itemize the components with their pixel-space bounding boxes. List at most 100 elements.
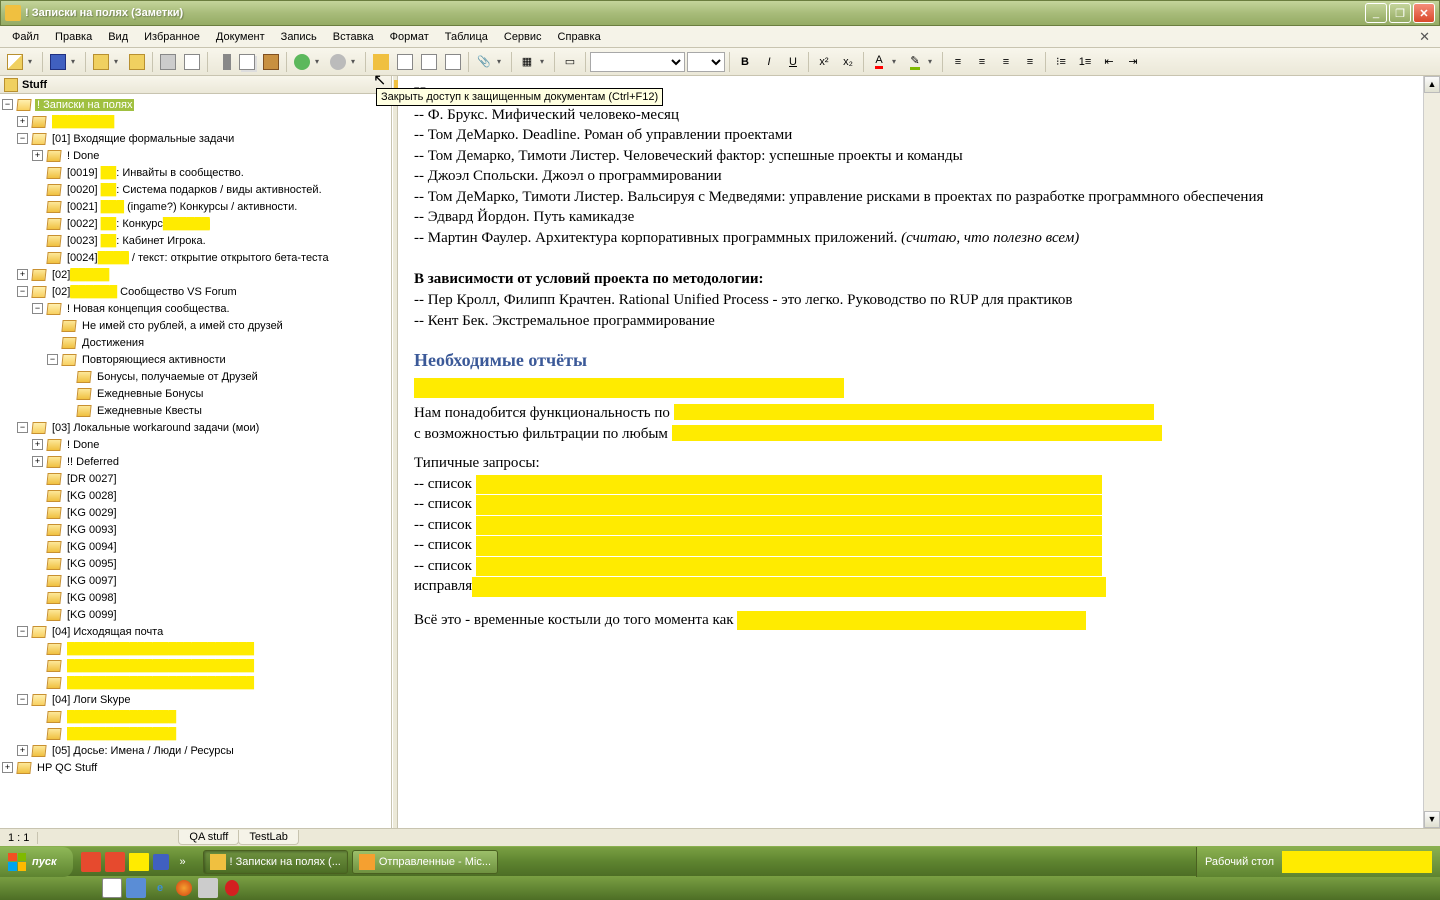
menu-help[interactable]: Справка [550, 29, 609, 45]
scroll-up-button[interactable]: ▲ [1424, 76, 1440, 93]
quicklaunch-firefox[interactable] [174, 878, 194, 898]
tree-node[interactable]: Не имей сто рублей, а имей сто друзей [2, 317, 389, 334]
subscript-button[interactable]: x₂ [837, 51, 859, 73]
tree-node[interactable]: [0024]████ / текст: открытие открытого б… [2, 249, 389, 266]
collapse-icon[interactable]: − [47, 354, 58, 365]
tree-node[interactable]: Бонусы, получаемые от Друзей [2, 368, 389, 385]
menu-format[interactable]: Формат [382, 29, 437, 45]
system-tray[interactable]: Рабочий стол [1196, 847, 1440, 877]
new-dropdown[interactable]: ▾ [28, 57, 38, 66]
collapse-icon[interactable]: − [32, 303, 43, 314]
paste-button[interactable] [260, 51, 282, 73]
align-justify-button[interactable]: ≡ [1019, 51, 1041, 73]
table-dropdown[interactable]: ▾ [540, 57, 550, 66]
collapse-icon[interactable]: − [17, 286, 28, 297]
menu-document[interactable]: Документ [208, 29, 273, 45]
tree-node[interactable]: Достижения [2, 334, 389, 351]
tree-node[interactable]: Ежедневные Бонусы [2, 385, 389, 402]
font-size-combo[interactable] [687, 52, 725, 72]
document-content[interactable]: Написать рецензии: -- Ф. Брукс. Мифическ… [398, 76, 1440, 639]
doc-tab[interactable]: QA stuff [178, 830, 239, 845]
tree-node[interactable]: −[04] Исходящая почта [2, 623, 389, 640]
tree-node[interactable]: ████████████████████████ [2, 657, 389, 674]
attach-button[interactable]: 📎 [473, 51, 495, 73]
image-button[interactable]: ▭ [559, 51, 581, 73]
tree[interactable]: −! Записки на полях +████████ −[01] Вход… [0, 94, 391, 828]
tree-node[interactable]: +! Done [2, 436, 389, 453]
quicklaunch-item[interactable] [129, 852, 149, 872]
tree-node[interactable]: [0019] ██: Инвайты в сообщество. [2, 164, 389, 181]
collapse-icon[interactable]: − [17, 626, 28, 637]
quicklaunch-item[interactable] [153, 854, 169, 870]
list-number-button[interactable]: 1≡ [1074, 51, 1096, 73]
tree-node[interactable]: −[03] Локальные workaround задачи (мои) [2, 419, 389, 436]
expand-icon[interactable]: + [17, 745, 28, 756]
expand-icon[interactable]: + [17, 269, 28, 280]
tree-node[interactable]: −! Новая концепция сообщества. [2, 300, 389, 317]
tree-node[interactable]: [KG 0095] [2, 555, 389, 572]
back-dropdown[interactable]: ▾ [315, 57, 325, 66]
expand-icon[interactable]: + [32, 150, 43, 161]
font-family-combo[interactable] [590, 52, 685, 72]
cut-button[interactable] [212, 51, 234, 73]
document-panel[interactable]: Написать рецензии: -- Ф. Брукс. Мифическ… [398, 76, 1440, 828]
tree-node[interactable]: ████████████████████████ [2, 640, 389, 657]
tree-node[interactable]: [KG 0094] [2, 538, 389, 555]
tree-node[interactable]: [KG 0028] [2, 487, 389, 504]
menu-file[interactable]: Файл [4, 29, 47, 45]
note-new-button[interactable] [394, 51, 416, 73]
copy-button[interactable] [236, 51, 258, 73]
vertical-scrollbar[interactable]: ▲ ▼ [1423, 76, 1440, 828]
table-button[interactable]: ▦ [516, 51, 538, 73]
tree-node[interactable]: +[02]█████ [2, 266, 389, 283]
quicklaunch-item[interactable] [102, 878, 122, 898]
indent-button[interactable]: ⇥ [1122, 51, 1144, 73]
tree-node[interactable]: [KG 0093] [2, 521, 389, 538]
taskbar-task[interactable]: Отправленные - Mic... [352, 850, 498, 874]
tree-node[interactable]: [KG 0029] [2, 504, 389, 521]
quicklaunch-item[interactable] [198, 878, 218, 898]
collapse-icon[interactable]: − [17, 422, 28, 433]
quicklaunch-item[interactable] [126, 878, 146, 898]
tree-node[interactable]: [KG 0098] [2, 589, 389, 606]
menu-view[interactable]: Вид [100, 29, 136, 45]
tree-node[interactable]: −[04] Логи Skype [2, 691, 389, 708]
quicklaunch-opera[interactable] [222, 878, 242, 898]
tree-node[interactable]: −[01] Входящие формальные задачи [2, 130, 389, 147]
collapse-icon[interactable]: − [2, 99, 13, 110]
underline-button[interactable]: U [782, 51, 804, 73]
collapse-icon[interactable]: − [17, 133, 28, 144]
menu-service[interactable]: Сервис [496, 29, 550, 45]
new-button[interactable] [4, 51, 26, 73]
font-color-dropdown[interactable]: ▾ [892, 57, 902, 66]
delete-folder-button[interactable] [126, 51, 148, 73]
menu-table[interactable]: Таблица [437, 29, 496, 45]
note-edit-button[interactable] [418, 51, 440, 73]
collapse-icon[interactable]: − [17, 694, 28, 705]
highlight-dropdown[interactable]: ▾ [928, 57, 938, 66]
highlight-button[interactable]: ✎ [904, 51, 926, 73]
tree-node[interactable]: ██████████████ [2, 708, 389, 725]
tree-node[interactable]: [0022] ██: Конкурс██████ [2, 215, 389, 232]
superscript-button[interactable]: x² [813, 51, 835, 73]
tree-node[interactable]: +████████ [2, 113, 389, 130]
align-right-button[interactable]: ≡ [995, 51, 1017, 73]
save-button[interactable] [47, 51, 69, 73]
expand-icon[interactable]: + [32, 439, 43, 450]
quicklaunch-expand[interactable]: » [173, 852, 193, 872]
menu-record[interactable]: Запись [273, 29, 325, 45]
attach-dropdown[interactable]: ▾ [497, 57, 507, 66]
quicklaunch-ie[interactable]: e [150, 878, 170, 898]
tree-node[interactable]: Ежедневные Квесты [2, 402, 389, 419]
tree-node[interactable]: −[02]██████ Сообщество VS Forum [2, 283, 389, 300]
print-preview-button[interactable] [181, 51, 203, 73]
close-button[interactable]: ✕ [1413, 3, 1435, 23]
menu-insert[interactable]: Вставка [325, 29, 382, 45]
doc-tab[interactable]: TestLab [238, 830, 299, 845]
tree-node[interactable]: [0020] ██: Система подарков / виды актив… [2, 181, 389, 198]
save-dropdown[interactable]: ▾ [71, 57, 81, 66]
quicklaunch-item[interactable] [105, 852, 125, 872]
tree-node[interactable]: [KG 0099] [2, 606, 389, 623]
tree-node[interactable]: +[05] Досье: Имена / Люди / Ресурсы [2, 742, 389, 759]
forward-button[interactable] [327, 51, 349, 73]
